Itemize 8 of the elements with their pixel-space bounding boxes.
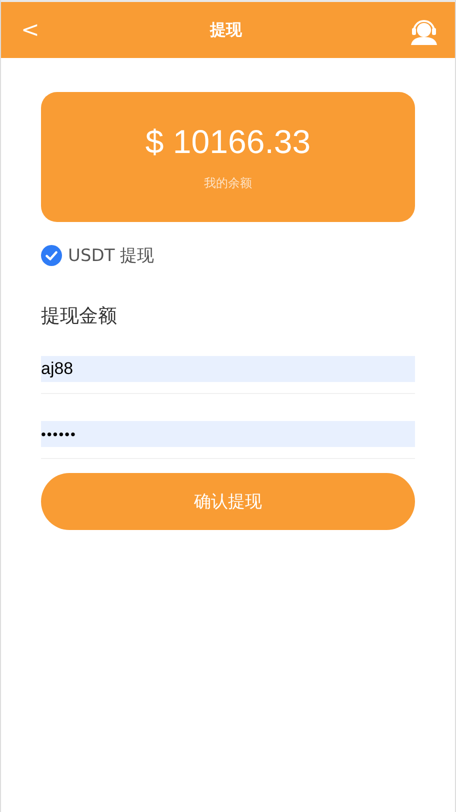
input-field[interactable]: aj88 (41, 356, 415, 382)
password-field[interactable]: •••••• (41, 421, 415, 447)
balance-label: 我的余额 (204, 174, 252, 192)
page-title: 提现 (210, 20, 242, 40)
method-label: USDT 提现 (68, 245, 154, 267)
checkbox-icon[interactable] (41, 245, 62, 266)
balance-amount: $ 10166.33 (145, 122, 311, 160)
section-title: 提现金额 (41, 304, 118, 329)
